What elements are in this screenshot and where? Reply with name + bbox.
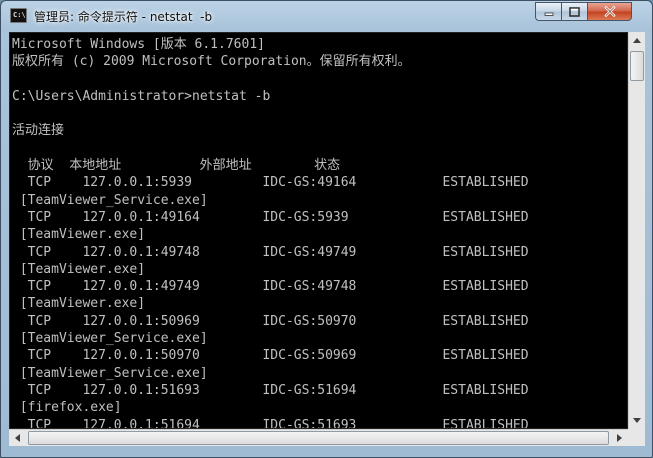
chevron-up-icon (633, 38, 641, 43)
console-line: TCP 127.0.0.1:5939 IDC-GS:49164 ESTABLIS… (12, 175, 529, 191)
console-line: TCP 127.0.0.1:50969 IDC-GS:50970 ESTABLI… (12, 313, 529, 329)
console-line: TCP 127.0.0.1:50970 IDC-GS:50969 ESTABLI… (12, 348, 529, 364)
console-line: TCP 127.0.0.1:49164 IDC-GS:5939 ESTABLIS… (12, 209, 529, 225)
chevron-left-icon (15, 434, 20, 442)
console-line: TCP 127.0.0.1:49749 IDC-GS:49748 ESTABLI… (12, 279, 529, 295)
close-icon (604, 6, 615, 17)
horizontal-scroll-thumb[interactable] (28, 431, 609, 445)
maximize-icon (569, 6, 580, 17)
console-line: TCP 127.0.0.1:51694 IDC-GS:51693 ESTABLI… (12, 417, 529, 429)
title-bar[interactable]: C:\ 管理员: 命令提示符 - netstat -b (1, 1, 652, 31)
scroll-left-button[interactable] (9, 430, 26, 446)
scroll-right-button[interactable] (611, 430, 628, 446)
minimize-button[interactable] (535, 2, 562, 21)
resize-grip[interactable] (628, 429, 645, 446)
console-line: Microsoft Windows [版本 6.1.7601] (12, 37, 265, 52)
maximize-button[interactable] (561, 2, 588, 21)
console-output[interactable]: Microsoft Windows [版本 6.1.7601] 版权所有 (c) … (9, 32, 628, 429)
console-line: C:\Users\Administrator>netstat -b (12, 88, 271, 104)
close-button[interactable] (587, 2, 632, 21)
console-line: [TeamViewer_Service.exe] (12, 331, 208, 347)
window-title: 管理员: 命令提示符 - netstat -b (34, 10, 213, 24)
chevron-right-icon (617, 434, 622, 442)
console-line: [TeamViewer_Service.exe] (12, 192, 208, 208)
console-line: [TeamViewer.exe] (12, 261, 146, 277)
minimize-icon (544, 12, 553, 16)
console-line: [TeamViewer.exe] (12, 227, 146, 243)
console-line: 版权所有 (c) 2009 Microsoft Corporation。保留所有… (12, 54, 411, 70)
horizontal-scrollbar[interactable] (9, 429, 628, 446)
console-line: 协议 本地地址 外部地址 状态 (12, 158, 341, 174)
console-line: [TeamViewer_Service.exe] (12, 365, 208, 381)
console-line: 活动连接 (12, 123, 65, 139)
console-line: [TeamViewer.exe] (12, 296, 146, 312)
vertical-scroll-thumb[interactable] (630, 51, 644, 81)
console-text: Microsoft Windows [版本 6.1.7601] 版权所有 (c) … (12, 36, 529, 429)
command-prompt-window: C:\ 管理员: 命令提示符 - netstat -b Microsoft Wi… (0, 0, 653, 458)
cmd-icon[interactable]: C:\ (10, 8, 27, 23)
console-line: TCP 127.0.0.1:51693 IDC-GS:51694 ESTABLI… (12, 382, 529, 398)
scroll-up-button[interactable] (629, 32, 645, 49)
console-line: TCP 127.0.0.1:49748 IDC-GS:49749 ESTABLI… (12, 244, 529, 260)
scroll-down-button[interactable] (629, 412, 645, 429)
vertical-scrollbar[interactable] (628, 32, 645, 429)
console-line: [firefox.exe] (12, 400, 122, 416)
chevron-down-icon (633, 418, 641, 423)
